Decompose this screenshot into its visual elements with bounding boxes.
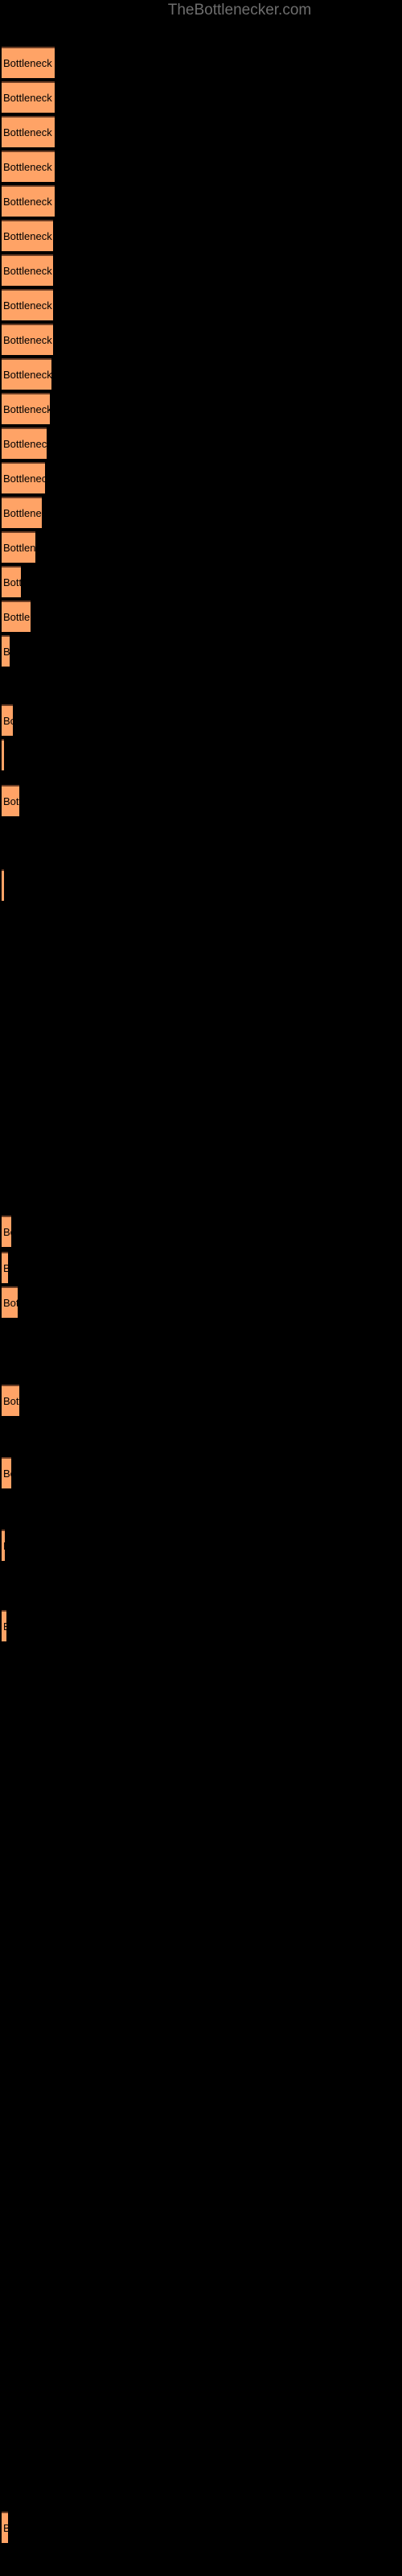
bar-label-26: Bottleneck result xyxy=(3,1467,11,1480)
bar-label-27: Bottleneck result xyxy=(3,1540,5,1552)
bar-6: Bottleneck result xyxy=(2,254,53,286)
bar-label-0: Bottleneck result xyxy=(3,56,55,69)
bar-17: Bottleneck result xyxy=(2,635,10,667)
bar-label-17: Bottleneck result xyxy=(3,645,10,658)
bar-label-16: Bottleneck result xyxy=(3,610,31,623)
bar-4: Bottleneck result xyxy=(2,185,55,217)
bar-10: Bottleneck result xyxy=(2,393,50,424)
bar-label-21: Bottleneck result xyxy=(3,880,4,892)
bar-27: Bottleneck result xyxy=(2,1530,5,1561)
bar-label-4: Bottleneck result xyxy=(3,195,55,208)
bar-0: Bottleneck result xyxy=(2,47,55,78)
bar-3: Bottleneck result xyxy=(2,151,55,182)
bar-15: Bottleneck result xyxy=(2,566,21,597)
bar-label-11: Bottleneck result xyxy=(3,437,47,450)
bar-21: Bottleneck result xyxy=(2,869,4,901)
bar-label-18: Bottleneck result xyxy=(3,714,13,727)
bar-label-10: Bottleneck result xyxy=(3,402,50,415)
bottleneck-bar-chart: TheBottlenecker.com Bottleneck resultBot… xyxy=(0,0,402,2576)
bar-2: Bottleneck result xyxy=(2,116,55,147)
bar-label-25: Bottleneck result xyxy=(3,1394,19,1407)
bar-24: Bottleneck result xyxy=(2,1286,18,1318)
bar-label-1: Bottleneck result xyxy=(3,91,55,104)
bar-25: Bottleneck result xyxy=(2,1385,19,1416)
bar-label-5: Bottleneck result xyxy=(3,229,53,242)
bar-label-8: Bottleneck result xyxy=(3,333,53,346)
bar-label-14: Bottleneck result xyxy=(3,541,35,554)
bar-26: Bottleneck result xyxy=(2,1457,11,1488)
bar-label-24: Bottleneck result xyxy=(3,1296,18,1309)
bar-11: Bottleneck result xyxy=(2,427,47,459)
bar-label-2: Bottleneck result xyxy=(3,126,55,138)
bar-label-3: Bottleneck result xyxy=(3,160,55,173)
bar-8: Bottleneck result xyxy=(2,324,53,355)
bar-28: Bottleneck result xyxy=(2,1610,6,1641)
bar-18: Bottleneck result xyxy=(2,704,13,736)
bar-12: Bottleneck result xyxy=(2,462,45,493)
bar-label-7: Bottleneck result xyxy=(3,299,53,312)
bar-14: Bottleneck result xyxy=(2,531,35,563)
bar-label-19: Bottleneck result xyxy=(3,749,4,762)
bar-16: Bottleneck result xyxy=(2,601,31,632)
bar-1: Bottleneck result xyxy=(2,81,55,113)
bar-label-22: Bottleneck result xyxy=(3,1225,11,1238)
bar-7: Bottleneck result xyxy=(2,289,53,320)
bar-22: Bottleneck result xyxy=(2,1216,11,1247)
bar-label-12: Bottleneck result xyxy=(3,472,45,485)
bar-label-20: Bottleneck result xyxy=(3,795,19,807)
bar-20: Bottleneck result xyxy=(2,785,19,816)
bar-label-9: Bottleneck result xyxy=(3,368,51,381)
bar-label-6: Bottleneck result xyxy=(3,264,53,277)
bar-9: Bottleneck result xyxy=(2,358,51,390)
bar-label-28: Bottleneck result xyxy=(3,1620,6,1633)
bar-label-13: Bottleneck result xyxy=(3,506,42,519)
bar-label-15: Bottleneck result xyxy=(3,576,21,588)
bar-29: Bottleneck result xyxy=(2,2512,8,2543)
bar-label-23: Bottleneck result xyxy=(3,1262,8,1274)
bar-series-container: Bottleneck result Bottleneck result Bottle… xyxy=(0,0,402,2576)
bar-13: Bottleneck result xyxy=(2,497,42,528)
bar-5: Bottleneck result xyxy=(2,220,53,251)
bar-label-29: Bottleneck result xyxy=(3,2522,8,2534)
bar-23: Bottleneck result xyxy=(2,1252,8,1283)
bar-19: Bottleneck result xyxy=(2,739,4,770)
